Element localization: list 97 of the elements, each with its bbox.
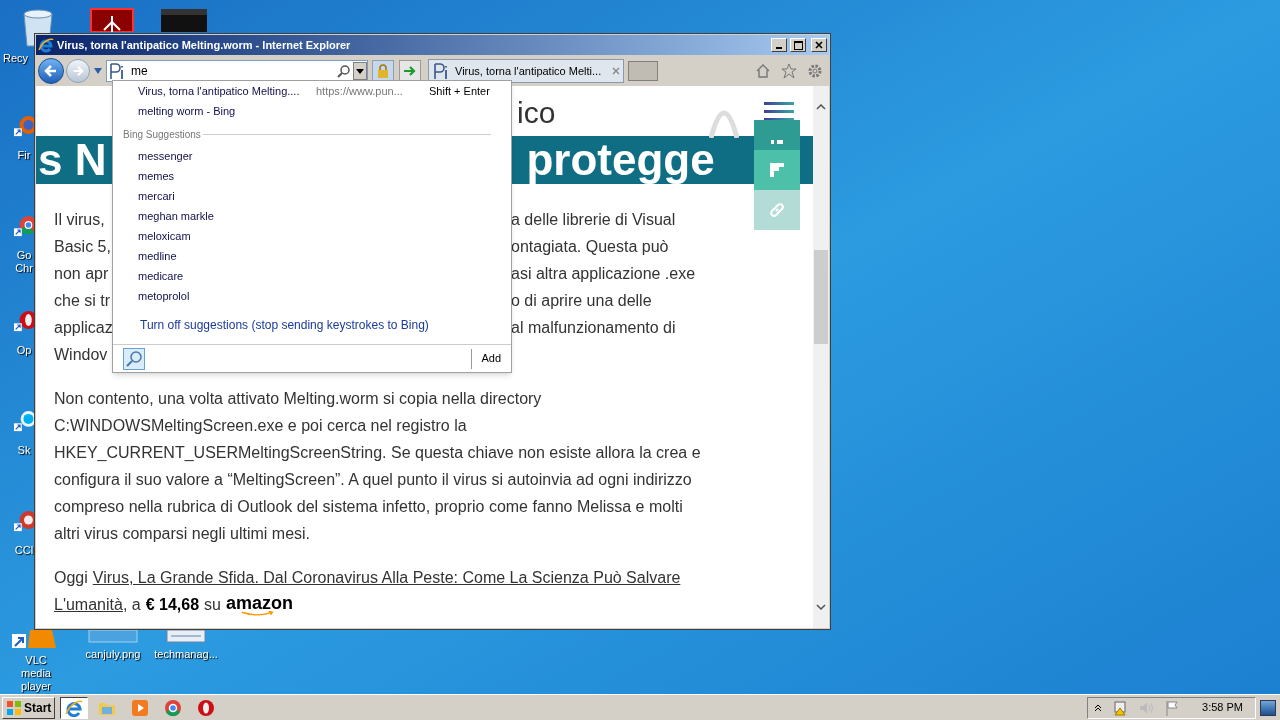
scrollbar-thumb[interactable]: [814, 250, 828, 344]
article-text: ontagiata. Questa può: [511, 236, 669, 257]
maximize-button[interactable]: [790, 38, 806, 52]
suggestion-item[interactable]: messenger: [113, 146, 511, 166]
chevron-up-icon[interactable]: [1094, 703, 1103, 712]
suggestion-item[interactable]: medline: [113, 246, 511, 266]
article-text: su: [204, 595, 221, 615]
browser-icon: [164, 698, 183, 717]
amazon-logo: amazon: [225, 592, 293, 617]
browser-logo-icon: [38, 37, 54, 53]
article-text: asi altra applicazione .exe: [511, 263, 696, 284]
suggestion-item[interactable]: medicare: [113, 266, 511, 286]
padlock-icon: [377, 64, 389, 78]
ring-icon: [197, 698, 216, 717]
scrollbar[interactable]: [813, 86, 829, 628]
suggestion-item[interactable]: metoprolol: [113, 286, 511, 306]
shortcut-hint: Shift + Enter: [429, 83, 490, 99]
home-icon[interactable]: [755, 63, 771, 79]
suggestion-url: https://www.pun...: [316, 83, 404, 99]
windows-logo-icon: [6, 699, 22, 716]
icon-label: Go Chr: [14, 249, 34, 275]
browser-tab[interactable]: Virus, torna l'antipatico Melti...: [428, 59, 624, 83]
suggestion-item[interactable]: meghan markle: [113, 206, 511, 226]
link-icon: [769, 202, 785, 218]
settings-icon[interactable]: [807, 63, 823, 79]
history-dropdown-icon[interactable]: [94, 68, 102, 74]
article-text: a delle librerie di Visual: [511, 209, 676, 230]
price: € 14,68: [145, 595, 200, 615]
icon-label: Sk: [16, 444, 32, 457]
suggestion-item[interactable]: mercari: [113, 186, 511, 206]
forward-arrow-icon: [72, 65, 84, 77]
scroll-up-icon[interactable]: [816, 104, 826, 110]
scroll-down-icon[interactable]: [816, 604, 826, 610]
search-provider-icon[interactable]: [123, 347, 145, 370]
close-button[interactable]: [811, 38, 827, 52]
article-text: Windov: [54, 344, 108, 365]
minimize-button[interactable]: [771, 38, 787, 52]
show-desktop-button[interactable]: [1260, 699, 1276, 716]
article-text: Oggi: [54, 568, 88, 588]
arrow-right-icon: [403, 65, 417, 77]
tab-title: Virus, torna l'antipatico Melti...: [455, 63, 603, 79]
suggestion-title: melting worm - Bing: [138, 103, 237, 119]
address-dropdown-button[interactable]: [353, 62, 367, 80]
search-icon[interactable]: [337, 64, 351, 78]
flag-icon[interactable]: [1164, 699, 1181, 716]
icon-label: Op: [15, 344, 33, 357]
article-text: , a: [122, 595, 141, 615]
book-link[interactable]: Virus, La Grande Sfida. Dal Coronavirus Alla Peste: Come La Scienza Può Salvare: [92, 564, 681, 591]
document-icon[interactable]: [90, 8, 134, 32]
icon-label: VLC media player: [20, 654, 52, 693]
taskbar-button[interactable]: [60, 696, 89, 719]
clock: 3:58 PM: [1202, 700, 1243, 716]
network-warning-icon[interactable]: [1112, 699, 1129, 716]
banner-headline: protegge: [526, 137, 715, 183]
start-button[interactable]: Start: [2, 696, 56, 719]
back-button[interactable]: [38, 58, 64, 84]
address-bar[interactable]: me: [106, 60, 368, 82]
site-title: ico: [517, 97, 556, 128]
banner-headline: s N: [38, 137, 107, 183]
icon-label: techmanag...: [153, 648, 219, 661]
share-button[interactable]: [754, 150, 800, 190]
address-input[interactable]: me: [128, 62, 335, 80]
share-icon: [770, 140, 784, 144]
article-text: che si tr: [54, 290, 110, 311]
article-paragraph: Non contento, una volta attivato Melting.worm si copia nella directory C:WINDOWSMeltingScreen.exe e poi cerca nel registro la HKEY_CURRENT_USERMeltingScreenString. Se questa chiave non esiste allora la crea e configura il suo valore a “MeltingScreen”. A quel punto il virus si autoinvia ad ogni indirizzo compreso nella rubrica di Outlook del sistema infetto, proprio come fanno Melissa e molti altri virus comparsi negli ultimi mesi.: [54, 389, 702, 544]
window-title: Virus, torna l'antipatico Melting.worm - Internet Explorer: [57, 37, 352, 53]
flag-icon: [770, 163, 784, 177]
icon-label: Recy: [3, 52, 29, 65]
close-icon: [815, 41, 823, 49]
icon-label: canjuly.png: [85, 648, 141, 661]
play-icon: [131, 698, 150, 717]
article-text: Il virus,: [54, 209, 105, 230]
security-button[interactable]: [372, 60, 394, 82]
go-button[interactable]: [399, 60, 421, 82]
article-text: o di aprire una delle: [511, 290, 652, 311]
section-heading: Bing Suggestions: [123, 127, 201, 142]
close-icon[interactable]: [612, 67, 620, 75]
article-text: applicaz: [54, 317, 113, 338]
history-item[interactable]: melting worm - Bing: [113, 101, 511, 121]
caret-icon: [356, 68, 364, 74]
suggestion-item[interactable]: memes: [113, 166, 511, 186]
application-icon[interactable]: [160, 8, 208, 32]
icon-label: Fir: [16, 149, 32, 162]
maximize-icon: [793, 40, 803, 50]
suggestion-title: Virus, torna l'antipatico Melting....: [138, 83, 301, 99]
book-link[interactable]: L'umanità: [54, 591, 123, 618]
suggestion-item[interactable]: meloxicam: [113, 226, 511, 246]
star-icon[interactable]: [781, 63, 797, 79]
add-button[interactable]: Add: [481, 350, 501, 367]
article-text: non apr: [54, 263, 109, 284]
history-item[interactable]: Virus, torna l'antipatico Melting.... https://www.pun... Shift + Enter: [113, 81, 511, 101]
browser-icon: [65, 698, 84, 717]
icon-label: CCl: [14, 544, 34, 557]
turn-off-suggestions-link[interactable]: Turn off suggestions (stop sending keystrokes to Bing): [140, 316, 429, 334]
article-text: al malfunzionamento di: [511, 317, 676, 338]
article-text: Basic 5,: [54, 236, 111, 257]
back-arrow-icon: [44, 64, 58, 78]
